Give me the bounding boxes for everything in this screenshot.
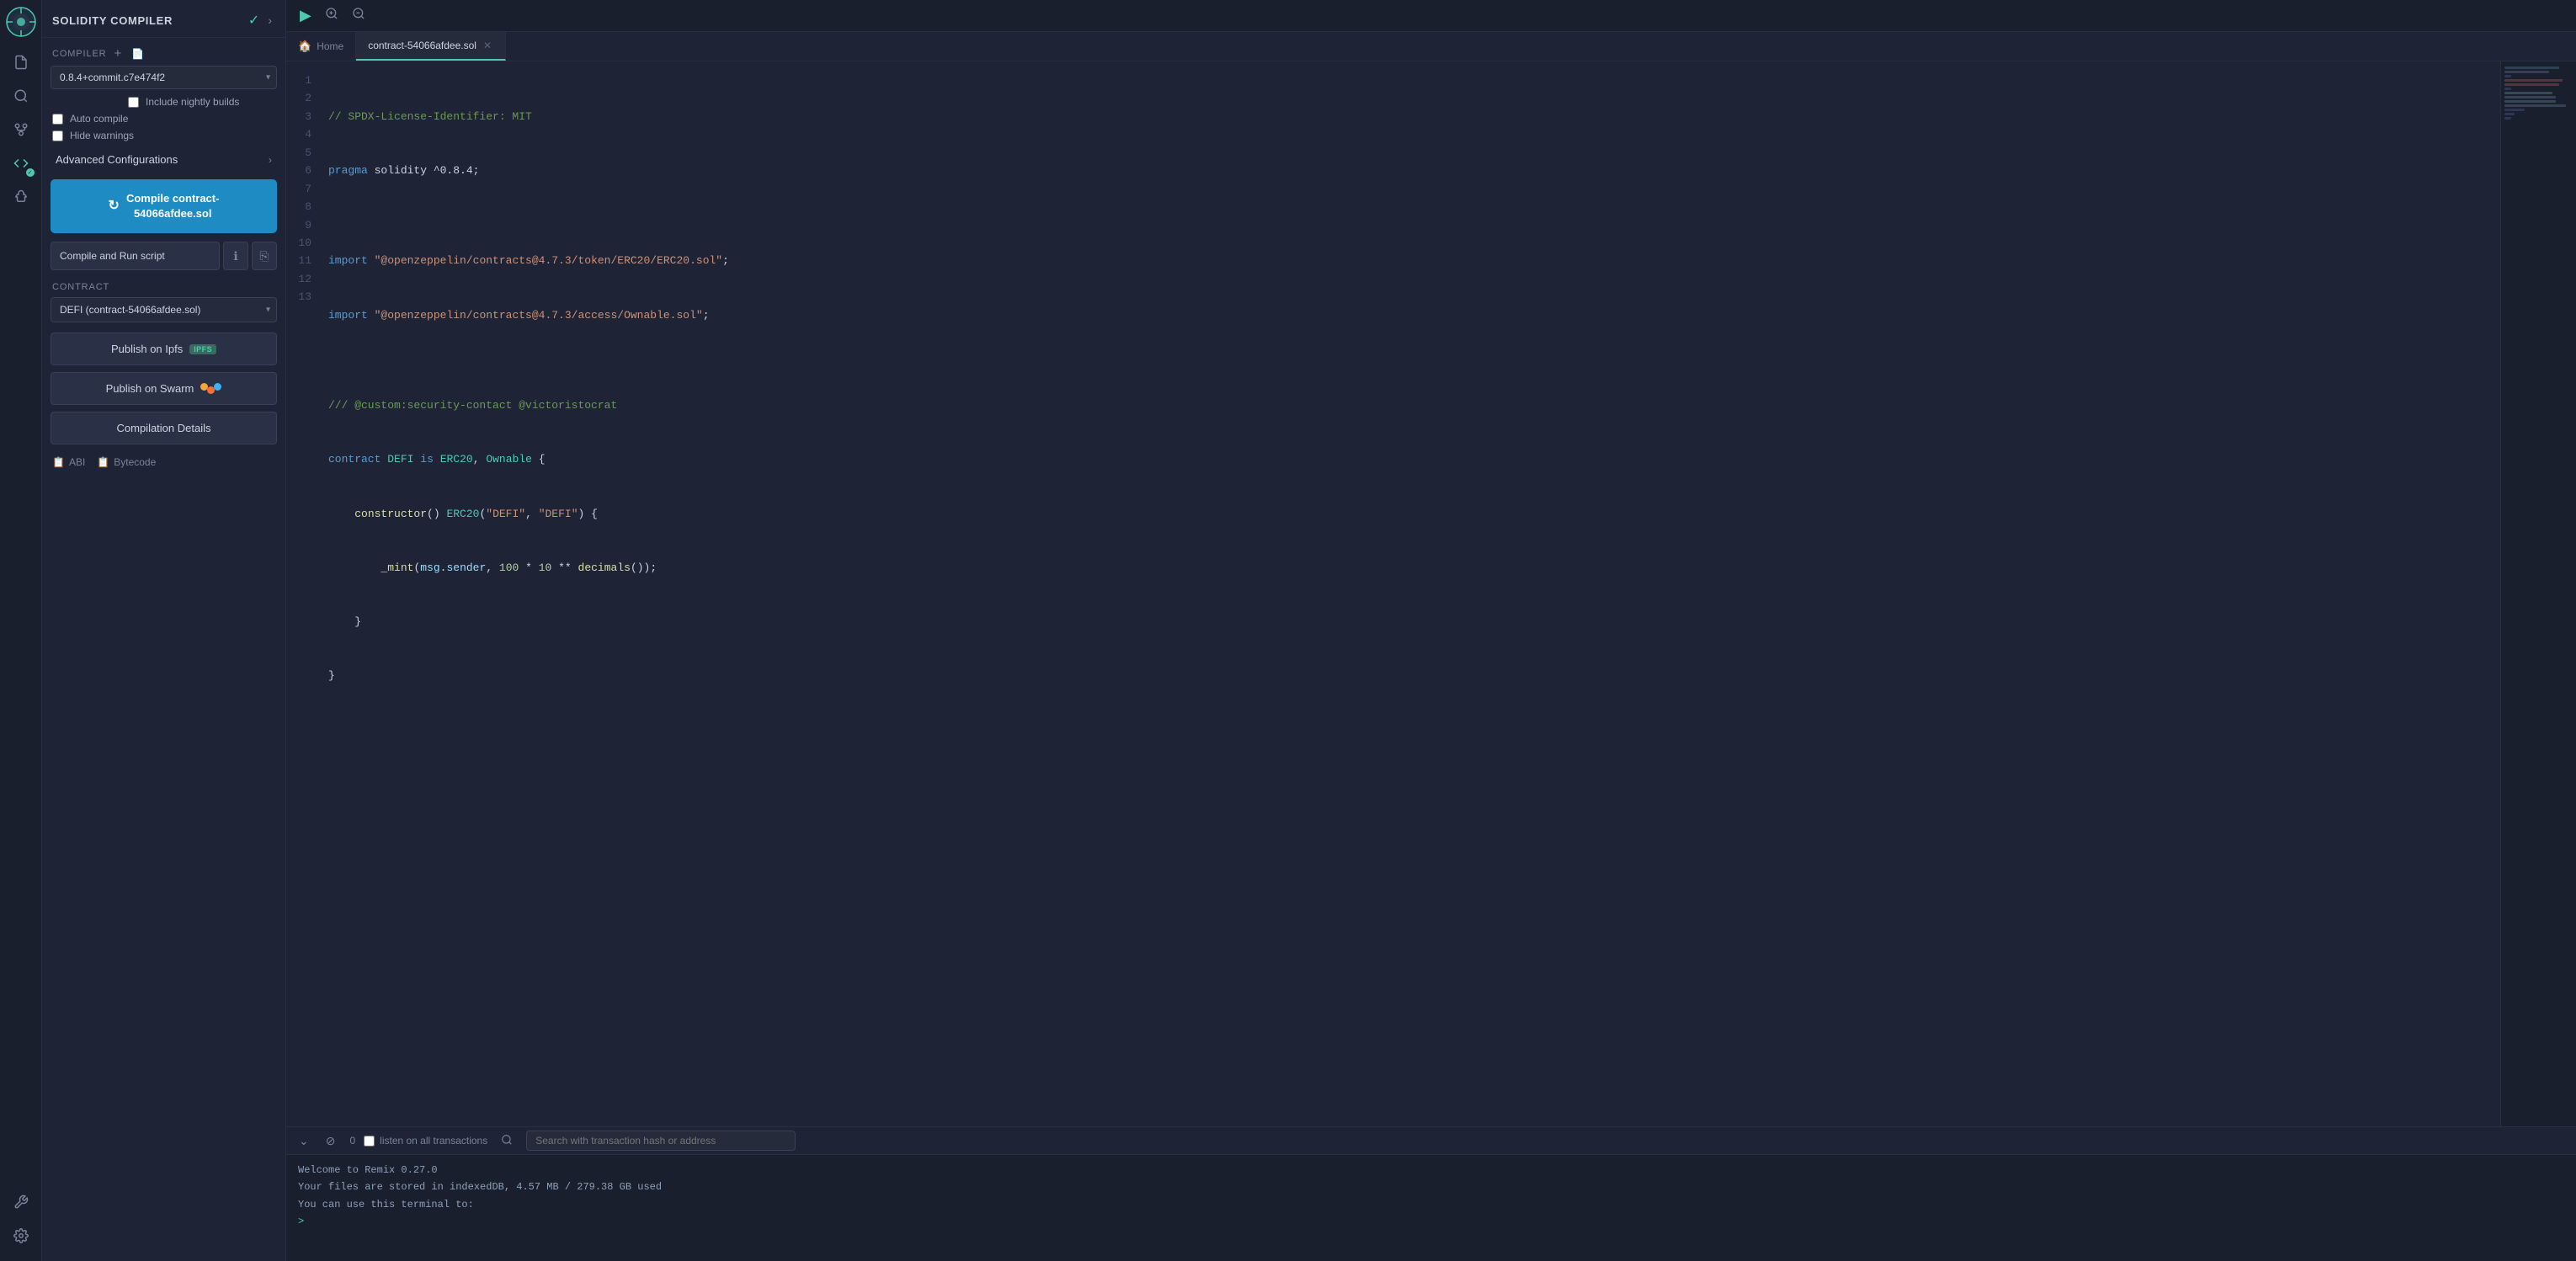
hide-warnings-row: Hide warnings (52, 130, 277, 141)
run-btn[interactable]: ▶ (295, 3, 317, 28)
listen-row: listen on all transactions (364, 1135, 487, 1147)
editor-body: 12345 678910 111213 // SPDX-License-Iden… (286, 61, 2576, 1126)
nightly-builds-checkbox[interactable] (128, 97, 139, 108)
terminal-expand-btn[interactable]: ⌄ (295, 1131, 313, 1151)
tab-file-label: contract-54066afdee.sol (368, 40, 476, 51)
search-activity-icon[interactable] (6, 81, 36, 111)
compile-script-btn[interactable]: Compile and Run script (51, 242, 220, 270)
git-activity-icon[interactable] (6, 114, 36, 145)
abi-bytecode-row: 📋 ABI 📋 Bytecode (51, 453, 277, 471)
sidebar-title: SOLIDITY COMPILER (52, 14, 173, 27)
compiler-version-wrapper: 0.8.4+commit.c7e474f20.8.3+commit.8d0010… (51, 66, 277, 89)
app-logo (6, 7, 36, 37)
terminal-content: Welcome to Remix 0.27.0 Your files are s… (286, 1155, 2576, 1261)
zoom-out-btn[interactable] (347, 3, 370, 28)
compiler-version-select[interactable]: 0.8.4+commit.c7e474f20.8.3+commit.8d0010… (51, 66, 277, 89)
tab-home[interactable]: 🏠 Home (286, 32, 356, 61)
main-area: ▶ 🏠 Home contract-54066afdee.sol ✕ (286, 0, 2576, 1261)
deploy-badge: ✓ (26, 168, 35, 177)
advanced-config-chevron: › (269, 154, 272, 166)
tx-search-btn[interactable] (496, 1131, 518, 1151)
terminal-usage: You can use this terminal to: (298, 1196, 2564, 1213)
terminal-storage: Your files are stored in indexedDB, 4.57… (298, 1179, 2564, 1195)
compiler-add-btn[interactable]: + (112, 46, 125, 61)
terminal-prompt: > (298, 1213, 2564, 1230)
sidebar-header: SOLIDITY COMPILER ✓ › (42, 0, 285, 38)
compiler-file-btn[interactable]: 📄 (129, 48, 146, 60)
script-copy-btn[interactable]: ⎘ (252, 242, 277, 270)
nightly-builds-label: Include nightly builds (146, 96, 239, 108)
compilation-details-btn[interactable]: Compilation Details (51, 412, 277, 444)
zoom-in-btn[interactable] (320, 3, 343, 28)
swarm-icon (200, 383, 221, 394)
settings-activity-icon[interactable] (6, 1221, 36, 1251)
plugin-activity-icon[interactable] (6, 1187, 36, 1217)
bottom-panel: ⌄ ⊘ 0 listen on all transactions Welcome… (286, 1126, 2576, 1261)
deploy-activity-icon[interactable]: ✓ (6, 148, 36, 178)
minimap (2500, 61, 2576, 1126)
hide-warnings-label: Hide warnings (70, 130, 134, 141)
tab-file[interactable]: contract-54066afdee.sol ✕ (356, 32, 506, 61)
auto-compile-row: Auto compile (52, 113, 277, 125)
tab-home-label: Home (317, 40, 343, 52)
terminal-clear-btn[interactable]: ⊘ (322, 1131, 340, 1151)
listen-label: listen on all transactions (380, 1135, 487, 1147)
abi-link[interactable]: 📋 ABI (52, 456, 85, 468)
activity-bar: ✓ (0, 0, 42, 1261)
contract-select[interactable]: DEFI (contract-54066afdee.sol) (51, 297, 277, 322)
editor-toolbar: ▶ (286, 0, 2576, 32)
compiler-label: COMPILER + 📄 (52, 46, 277, 61)
auto-compile-checkbox[interactable] (52, 114, 63, 125)
bytecode-link[interactable]: 📋 Bytecode (97, 456, 156, 468)
publish-ipfs-label: Publish on Ipfs (111, 343, 183, 355)
line-numbers: 12345 678910 111213 (286, 61, 318, 1126)
tx-count: 0 (349, 1135, 355, 1147)
publish-ipfs-btn[interactable]: Publish on Ipfs IPFS (51, 333, 277, 365)
check-status-icon: ✓ (248, 12, 259, 29)
minimap-content (2501, 61, 2576, 126)
bytecode-copy-icon: 📋 (97, 456, 109, 468)
auto-compile-label: Auto compile (70, 113, 128, 125)
contract-select-wrapper: DEFI (contract-54066afdee.sol) ▾ (51, 297, 277, 322)
script-row: Compile and Run script ℹ ⎘ (51, 242, 277, 270)
advanced-config-row[interactable]: Advanced Configurations › (51, 146, 277, 173)
debug-activity-icon[interactable] (6, 182, 36, 212)
ipfs-badge: IPFS (189, 344, 216, 354)
compile-btn-label: Compile contract-54066afdee.sol (126, 191, 220, 221)
sidebar: SOLIDITY COMPILER ✓ › COMPILER + 📄 0.8.4… (42, 0, 286, 1261)
script-info-btn[interactable]: ℹ (223, 242, 248, 270)
tab-close-btn[interactable]: ✕ (482, 39, 493, 52)
compilation-details-label: Compilation Details (117, 422, 211, 434)
compile-refresh-icon: ↻ (109, 197, 120, 215)
publish-swarm-btn[interactable]: Publish on Swarm (51, 372, 277, 405)
home-icon: 🏠 (298, 40, 311, 53)
publish-swarm-label: Publish on Swarm (106, 382, 194, 395)
files-icon[interactable] (6, 47, 36, 77)
abi-label: ABI (69, 456, 85, 468)
nightly-builds-row[interactable]: Include nightly builds (128, 96, 277, 108)
advanced-config-label: Advanced Configurations (56, 153, 178, 166)
contract-section: CONTRACT DEFI (contract-54066afdee.sol) … (51, 282, 277, 322)
sidebar-content: COMPILER + 📄 0.8.4+commit.c7e474f20.8.3+… (42, 38, 285, 1261)
sidebar-expand-btn[interactable]: › (264, 12, 275, 29)
editor-tabs: 🏠 Home contract-54066afdee.sol ✕ (286, 32, 2576, 61)
hide-warnings-checkbox[interactable] (52, 130, 63, 141)
compile-btn[interactable]: ↻ Compile contract-54066afdee.sol (51, 179, 277, 233)
code-content: // SPDX-License-Identifier: MIT pragma s… (318, 61, 2500, 1126)
bottom-toolbar: ⌄ ⊘ 0 listen on all transactions (286, 1127, 2576, 1155)
listen-checkbox[interactable] (364, 1136, 375, 1147)
contract-label: CONTRACT (52, 282, 277, 292)
sidebar-header-icons: ✓ › (248, 12, 275, 29)
tx-search-input[interactable] (526, 1131, 796, 1151)
code-editor[interactable]: 12345 678910 111213 // SPDX-License-Iden… (286, 61, 2500, 1126)
terminal-prompt-symbol: > (298, 1216, 304, 1227)
abi-copy-icon: 📋 (52, 456, 65, 468)
bytecode-label: Bytecode (114, 456, 156, 468)
terminal-welcome: Welcome to Remix 0.27.0 (298, 1162, 2564, 1179)
